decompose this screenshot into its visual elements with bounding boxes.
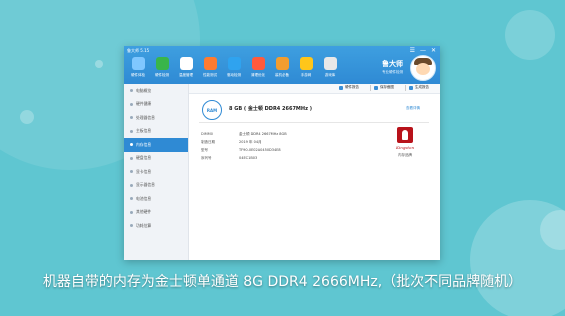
sidebar-item-6[interactable]: 显卡信息 [124,165,188,179]
sidebar-item-2[interactable]: 处理器信息 [124,111,188,125]
property-row: DIMM0 金士顿 DDR4 2667MHz 8GB [201,130,287,138]
memory-properties: DIMM0 金士顿 DDR4 2667MHz 8GB 制造日期 2019 年 04月型… [201,130,287,162]
bullet-icon [130,210,133,214]
sidebar: 电脑概览硬件健康处理器信息主板信息内存信息硬盘信息显卡信息显示器信息电池信息其他… [124,84,189,260]
vendor-badge: Kingston 内存品牌 [390,127,420,161]
property-key: 序列号 [201,155,212,160]
bullet-icon [130,183,133,187]
sidebar-item-label: 处理器信息 [136,114,155,120]
chip-icon [155,57,169,70]
bullet-icon [130,129,133,133]
sidebar-item-4[interactable]: 内存信息 [124,138,188,152]
bullet-icon [130,143,133,147]
sidebar-item-label: 硬件健康 [136,101,152,107]
report-icon [339,85,343,90]
toolbar-item-label: 驱动检测 [227,73,241,77]
sidebar-item-label: 功耗估算 [136,222,152,228]
sidebar-item-label: 电池信息 [136,195,152,201]
toolbar-item-label: 手游网 [300,73,312,77]
toolbar-item-2[interactable]: 温度管理 [174,57,198,78]
sidebar-item-9[interactable]: 其他硬件 [124,206,188,220]
toolbar-item-label: 装机必备 [275,73,289,77]
sidebar-item-10[interactable]: 功耗估算 [124,219,188,233]
toolbar-item-label: 硬件体检 [131,73,145,77]
divider [199,122,429,123]
sidebar-item-1[interactable]: 硬件健康 [124,98,188,112]
bullet-icon [130,224,133,228]
memory-title: 8 GB ( 金士顿 DDR4 2667MHz ) [229,106,313,112]
sidebar-item-0[interactable]: 电脑概览 [124,84,188,98]
video-caption: 机器自带的内存为金士顿单通道 8G DDR4 2666MHz,（批次不同品牌随机… [42,274,523,290]
toolbar-item-5[interactable]: 清理优化 [246,57,270,78]
property-value: 金士顿 DDR4 2667MHz 8GB [239,131,287,136]
toolbar-item-4[interactable]: 驱动检测 [222,57,246,78]
sidebar-item-label: 其他硬件 [136,209,152,215]
property-key: 制造日期 [201,139,215,144]
bullet-icon [130,156,133,160]
toolbar-item-0[interactable]: 硬件体检 [126,57,150,78]
camera-icon [374,85,378,90]
sidebar-item-8[interactable]: 电池信息 [124,192,188,206]
sidebar-item-label: 主板信息 [136,128,152,134]
property-value: TF90-0E02A0450D34E8 [239,148,281,152]
toolbar-item-1[interactable]: 硬件检测 [150,57,174,78]
toolbar-item-label: 性能测试 [203,73,217,77]
thermometer-icon [179,57,193,70]
main-toolbar: 硬件体检 硬件检测 温度管理 性能测试 驱动检测 清理优化 装机必备 手游网 游戏库 [126,57,342,78]
bullet-icon [130,197,133,201]
generate-report-button[interactable]: 生成报告 [409,85,429,90]
toolbar-item-7[interactable]: 手游网 [294,57,318,78]
sidebar-item-label: 硬盘信息 [136,155,152,161]
property-value: 04EC1B03 [239,156,258,160]
box-icon [275,57,289,70]
toolbar-item-label: 温度管理 [179,73,193,77]
toolbar-item-label: 清理优化 [251,73,265,77]
app-window: 鲁大师 5.15 ☰ — ✕ 硬件体检 硬件检测 温度管理 性能测试 驱动检测 清理优化装… [124,46,440,260]
brand-area: 鲁大师 专业硬件检测 [378,54,438,82]
brand-name: 鲁大师 [382,60,403,68]
gauge-icon [203,57,217,70]
vendor-caption: 内存品牌 [398,153,412,157]
bullet-icon [130,170,133,174]
mascot-avatar [410,55,436,81]
gamepad-icon [299,57,313,70]
document-icon [409,85,413,90]
sidebar-item-7[interactable]: 显示器信息 [124,179,188,193]
property-key: DIMM0 [201,132,213,136]
property-row: 序列号 04EC1B03 [201,154,287,162]
sidebar-item-label: 显卡信息 [136,168,152,174]
sidebar-item-5[interactable]: 硬盘信息 [124,152,188,166]
sidebar-item-label: 内存信息 [136,141,152,147]
property-row: 制造日期 2019 年 04月 [201,138,287,146]
hardware-report-button[interactable]: 硬件报告 [339,85,359,90]
memory-panel: RAM 8 GB ( 金士顿 DDR4 2667MHz ) 查看详情 DIMM0… [189,94,440,260]
toolbar-item-8[interactable]: 游戏库 [318,57,342,78]
memory-chip-icon: RAM [202,100,222,120]
bullet-icon [130,116,133,120]
details-link[interactable]: 查看详情 [406,106,420,111]
toolbar-item-label: 硬件检测 [155,73,169,77]
controller-icon [323,57,337,70]
property-key: 型号 [201,147,208,152]
vendor-logo-text: Kingston [395,145,415,150]
save-screenshot-button[interactable]: 保存截图 [374,85,394,90]
bullet-icon [130,89,133,93]
broom-icon [251,57,265,70]
sub-toolbar: 硬件报告 保存截图 生成报告 [189,84,440,94]
sidebar-item-label: 显示器信息 [136,182,155,188]
title-bar: 鲁大师 5.15 ☰ — ✕ 硬件体检 硬件检测 温度管理 性能测试 驱动检测 清理优化装… [124,46,440,84]
bullet-icon [130,102,133,106]
toolbar-item-3[interactable]: 性能测试 [198,57,222,78]
property-value: 2019 年 04月 [239,139,262,144]
monitor-icon [131,57,145,70]
property-row: 型号 TF90-0E02A0450D34E8 [201,146,287,154]
sidebar-item-3[interactable]: 主板信息 [124,125,188,139]
brand-subtitle: 专业硬件检测 [382,70,403,74]
sidebar-item-label: 电脑概览 [136,87,152,93]
kingston-logo-icon [397,127,413,143]
toolbar-item-label: 游戏库 [324,73,336,77]
toolbar-item-6[interactable]: 装机必备 [270,57,294,78]
app-title: 鲁大师 5.15 [127,48,150,53]
gear-icon [227,57,241,70]
